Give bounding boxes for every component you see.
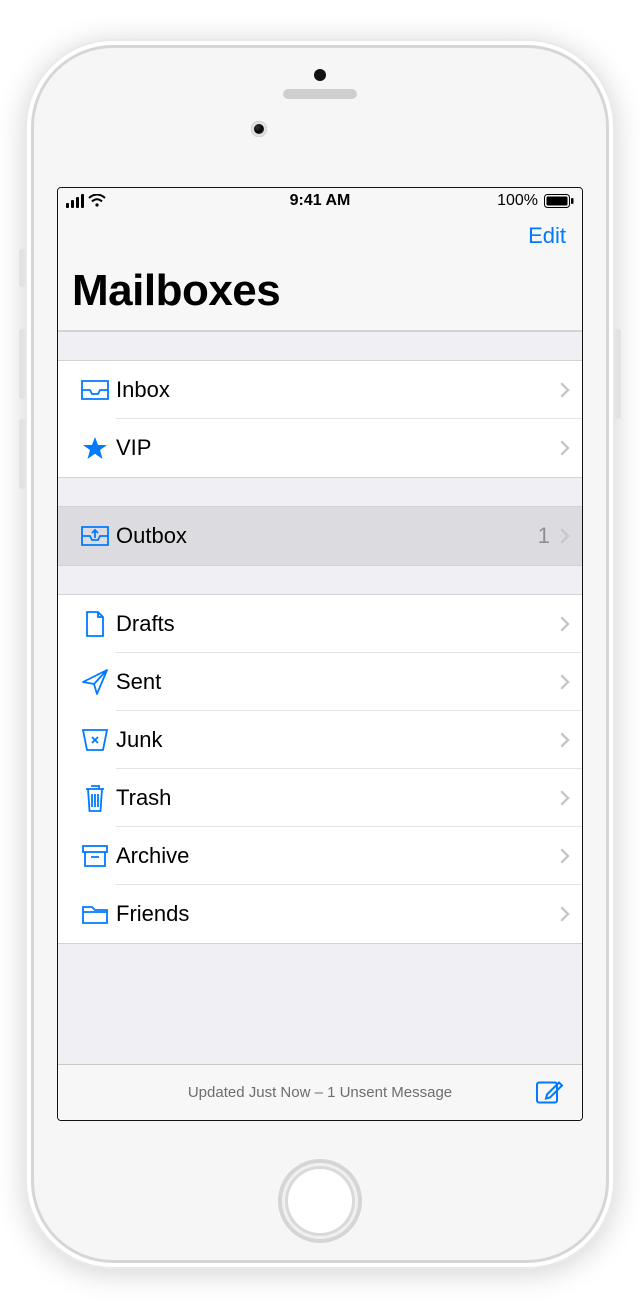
volume-down-button [19,419,25,489]
group-separator [58,331,582,361]
mailbox-group-primary: Inbox VIP [58,361,582,477]
mailbox-row-friends[interactable]: Friends [58,885,582,943]
mailbox-row-sent[interactable]: Sent [58,653,582,711]
chevron-right-icon [560,382,570,398]
cellular-signal-icon [66,194,84,208]
proximity-sensor [314,69,326,81]
toolbar: Updated Just Now – 1 Unsent Message [58,1064,582,1120]
star-icon [74,435,116,461]
mailbox-label: Junk [116,727,162,753]
mailbox-row-junk[interactable]: Junk [58,711,582,769]
chevron-right-icon [560,906,570,922]
mailbox-row-drafts[interactable]: Drafts [58,595,582,653]
mailbox-label: Friends [116,901,189,927]
mailbox-row-trash[interactable]: Trash [58,769,582,827]
mailbox-label: Sent [116,669,161,695]
sent-icon [74,668,116,696]
chevron-right-icon [560,440,570,456]
junk-icon [74,728,116,752]
group-separator [58,565,582,595]
chevron-right-icon [560,674,570,690]
mailbox-label: Drafts [116,611,175,637]
mailbox-label: Trash [116,785,171,811]
mailbox-row-outbox[interactable]: Outbox 1 [58,507,582,565]
earpiece-speaker [283,89,357,99]
mailbox-group-account: Drafts Sent Junk Trash Archive Friends [58,595,582,943]
group-separator [58,477,582,507]
chevron-right-icon [560,528,570,544]
volume-up-button [19,329,25,399]
home-button[interactable] [282,1163,358,1239]
edit-button[interactable]: Edit [526,219,568,253]
battery-icon [544,194,574,208]
mailbox-label: VIP [116,435,151,461]
power-button [615,329,621,419]
archive-icon [74,844,116,868]
compose-icon [534,1094,564,1109]
front-camera [251,121,267,137]
mailbox-group-outbox: Outbox 1 [58,507,582,565]
screen: 9:41 AM 100% Edit Mailboxes Inbox VIP [57,187,583,1121]
mailbox-row-vip[interactable]: VIP [58,419,582,477]
mailbox-label: Inbox [116,377,170,403]
navigation-bar: Edit Mailboxes [58,214,582,331]
status-bar: 9:41 AM 100% [58,188,582,214]
wifi-icon [88,194,106,208]
mailbox-count: 1 [538,523,550,549]
drafts-icon [74,610,116,638]
outbox-icon [74,525,116,547]
chevron-right-icon [560,732,570,748]
toolbar-status: Updated Just Now – 1 Unsent Message [188,1084,452,1101]
mailbox-row-inbox[interactable]: Inbox [58,361,582,419]
chevron-right-icon [560,848,570,864]
compose-button[interactable] [530,1072,568,1113]
device-frame: 9:41 AM 100% Edit Mailboxes Inbox VIP [25,39,615,1269]
trash-icon [74,783,116,813]
group-separator [58,943,582,1013]
inbox-icon [74,379,116,401]
mailbox-row-archive[interactable]: Archive [58,827,582,885]
folder-icon [74,903,116,925]
mailbox-label: Outbox [116,523,187,549]
chevron-right-icon [560,790,570,806]
page-title: Mailboxes [72,266,568,316]
mailbox-label: Archive [116,843,189,869]
chevron-right-icon [560,616,570,632]
battery-percent: 100% [497,192,538,210]
mute-switch [19,249,25,287]
